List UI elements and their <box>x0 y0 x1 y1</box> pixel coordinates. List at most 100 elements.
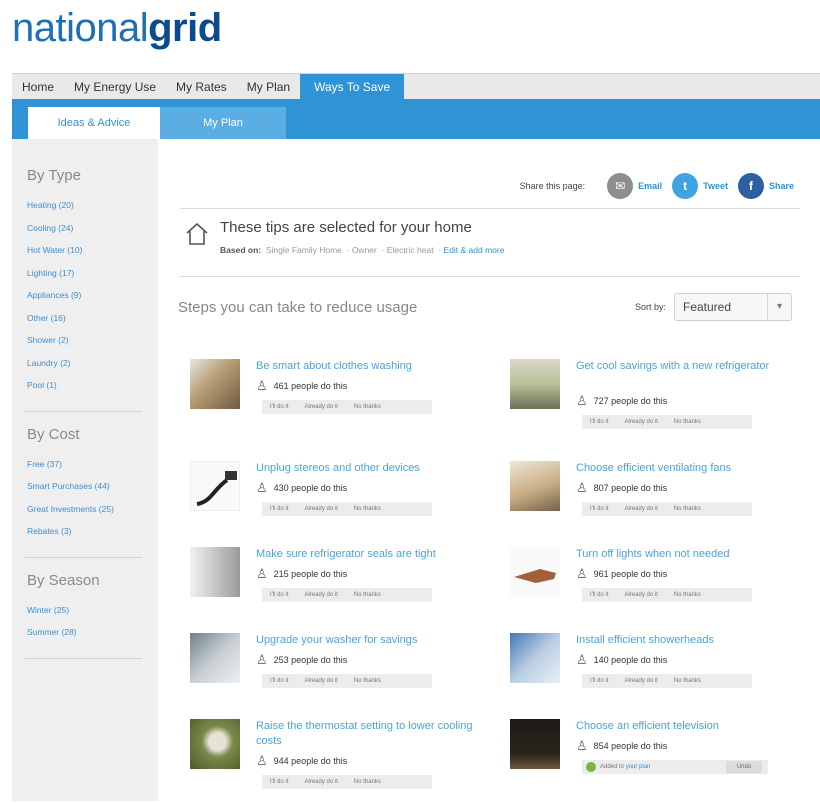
filter-pool[interactable]: Pool (1) <box>27 374 158 397</box>
tip-title-link[interactable]: Unplug stereos and other devices <box>256 461 490 476</box>
tip-title-link[interactable]: Install efficient showerheads <box>576 633 810 648</box>
filter-summer[interactable]: Summer (28) <box>27 621 158 644</box>
people-count-text: 461 people do this <box>273 381 348 391</box>
email-icon: ✉ <box>607 173 634 199</box>
tip-thumbnail <box>190 633 240 683</box>
tip-title-link[interactable]: Make sure refrigerator seals are tight <box>256 547 490 562</box>
already-do-it-button[interactable]: Already do it <box>297 588 346 602</box>
tab-my-energy-use[interactable]: My Energy Use <box>64 74 166 99</box>
filter-great-investments[interactable]: Great Investments (25) <box>27 498 158 521</box>
subtab-my-plan[interactable]: My Plan <box>160 107 286 139</box>
no-thanks-button[interactable]: No thanks <box>666 674 709 688</box>
already-do-it-button[interactable]: Already do it <box>297 400 346 414</box>
tip-title-link[interactable]: Choose efficient ventilating fans <box>576 461 810 476</box>
tip-title-link[interactable]: Be smart about clothes washing <box>256 359 490 374</box>
people-count-text: 430 people do this <box>273 483 348 493</box>
tip-thumbnail <box>190 359 240 409</box>
tip-card: Be smart about clothes washing ♙ 461 peop… <box>190 359 490 443</box>
main-content: Share this page: ✉ Email t Tweet f Share… <box>162 151 812 801</box>
ill-do-it-button[interactable]: I'll do it <box>582 415 617 429</box>
no-thanks-button[interactable]: No thanks <box>346 502 389 516</box>
ill-do-it-button[interactable]: I'll do it <box>262 400 297 414</box>
tab-ways-to-save[interactable]: Ways To Save <box>300 74 405 99</box>
filter-cooling[interactable]: Cooling (24) <box>27 217 158 240</box>
share-facebook-button[interactable]: f Share <box>737 173 794 199</box>
already-do-it-button[interactable]: Already do it <box>617 588 666 602</box>
subtab-ideas-advice[interactable]: Ideas & Advice <box>28 107 160 139</box>
no-thanks-button[interactable]: No thanks <box>346 674 389 688</box>
filter-smart-purchases[interactable]: Smart Purchases (44) <box>27 475 158 498</box>
tip-thumbnail <box>190 547 240 597</box>
already-do-it-button[interactable]: Already do it <box>297 502 346 516</box>
edit-add-more-link[interactable]: Edit & add more <box>443 245 504 255</box>
ill-do-it-button[interactable]: I'll do it <box>262 588 297 602</box>
no-thanks-button[interactable]: No thanks <box>346 588 389 602</box>
already-do-it-button[interactable]: Already do it <box>617 674 666 688</box>
no-thanks-button[interactable]: No thanks <box>666 502 709 516</box>
sort-select[interactable]: Featured ▾ <box>674 293 792 321</box>
ill-do-it-button[interactable]: I'll do it <box>262 775 297 789</box>
no-thanks-button[interactable]: No thanks <box>666 588 709 602</box>
undo-button[interactable]: Undo <box>726 761 762 773</box>
ill-do-it-button[interactable]: I'll do it <box>582 674 617 688</box>
already-do-it-button[interactable]: Already do it <box>617 415 666 429</box>
person-icon: ♙ <box>576 652 588 667</box>
tip-title-link[interactable]: Raise the thermostat setting to lower co… <box>256 719 490 748</box>
people-count-text: 854 people do this <box>593 741 668 751</box>
filter-hot-water[interactable]: Hot Water (10) <box>27 239 158 262</box>
people-count-text: 961 people do this <box>593 569 668 579</box>
filter-shower[interactable]: Shower (2) <box>27 329 158 352</box>
tip-title-link[interactable]: Get cool savings with a new refrigerator <box>576 359 810 374</box>
ill-do-it-button[interactable]: I'll do it <box>582 502 617 516</box>
tip-thumbnail <box>510 719 560 769</box>
filter-lighting[interactable]: Lighting (17) <box>27 262 158 285</box>
sub-navigation: Ideas & Advice My Plan <box>12 99 820 139</box>
tip-title-link[interactable]: Choose an efficient television <box>576 719 810 734</box>
tab-home[interactable]: Home <box>12 74 64 99</box>
person-icon: ♙ <box>256 378 268 393</box>
filter-other[interactable]: Other (16) <box>27 307 158 330</box>
share-tweet-button[interactable]: t Tweet <box>672 173 728 199</box>
tip-title-link[interactable]: Upgrade your washer for savings <box>256 633 490 648</box>
tip-people-count: ♙ 253 people do this <box>256 652 347 668</box>
sidebar-divider <box>25 657 142 659</box>
tag-heat: Electric heat <box>386 245 434 255</box>
tip-thumbnail <box>190 461 240 511</box>
ill-do-it-button[interactable]: I'll do it <box>262 502 297 516</box>
filter-laundry[interactable]: Laundry (2) <box>27 352 158 375</box>
tab-my-plan[interactable]: My Plan <box>237 74 300 99</box>
person-icon: ♙ <box>256 480 268 495</box>
already-do-it-button[interactable]: Already do it <box>297 674 346 688</box>
filter-free[interactable]: Free (37) <box>27 453 158 476</box>
national-grid-logo[interactable]: nationalgrid <box>12 6 222 51</box>
ill-do-it-button[interactable]: I'll do it <box>582 588 617 602</box>
tip-thumbnail <box>510 547 560 597</box>
tip-title-link[interactable]: Turn off lights when not needed <box>576 547 810 562</box>
top-navigation: Home My Energy Use My Rates My Plan Ways… <box>12 73 820 99</box>
already-do-it-button[interactable]: Already do it <box>617 502 666 516</box>
filter-heating[interactable]: Heating (20) <box>27 194 158 217</box>
tip-people-count: ♙ 430 people do this <box>256 480 347 496</box>
your-plan-link[interactable]: your plan <box>626 764 651 770</box>
filter-appliances[interactable]: Appliances (9) <box>27 284 158 307</box>
already-do-it-button[interactable]: Already do it <box>297 775 346 789</box>
no-thanks-button[interactable]: No thanks <box>666 415 709 429</box>
tip-card: Unplug stereos and other devices ♙ 430 pe… <box>190 461 490 545</box>
checkmark-icon <box>586 762 596 772</box>
filter-rebates[interactable]: Rebates (3) <box>27 520 158 543</box>
no-thanks-button[interactable]: No thanks <box>346 775 389 789</box>
no-thanks-button[interactable]: No thanks <box>346 400 389 414</box>
sort-label: Sort by: <box>634 302 666 312</box>
tag-owner: Owner <box>351 245 377 255</box>
tip-people-count: ♙ 961 people do this <box>576 566 667 582</box>
by-season-heading: By Season <box>27 571 100 589</box>
ill-do-it-button[interactable]: I'll do it <box>262 674 297 688</box>
tab-my-rates[interactable]: My Rates <box>166 74 237 99</box>
share-email-button[interactable]: ✉ Email <box>607 173 662 199</box>
tip-people-count: ♙ 944 people do this <box>256 753 347 769</box>
chevron-down-icon: ▾ <box>767 294 791 320</box>
share-facebook-label: Share <box>768 181 794 191</box>
people-count-text: 140 people do this <box>593 655 668 665</box>
based-on-line: Based on: Single Family Home · Owner · E… <box>220 245 505 255</box>
filter-winter[interactable]: Winter (25) <box>27 599 158 622</box>
